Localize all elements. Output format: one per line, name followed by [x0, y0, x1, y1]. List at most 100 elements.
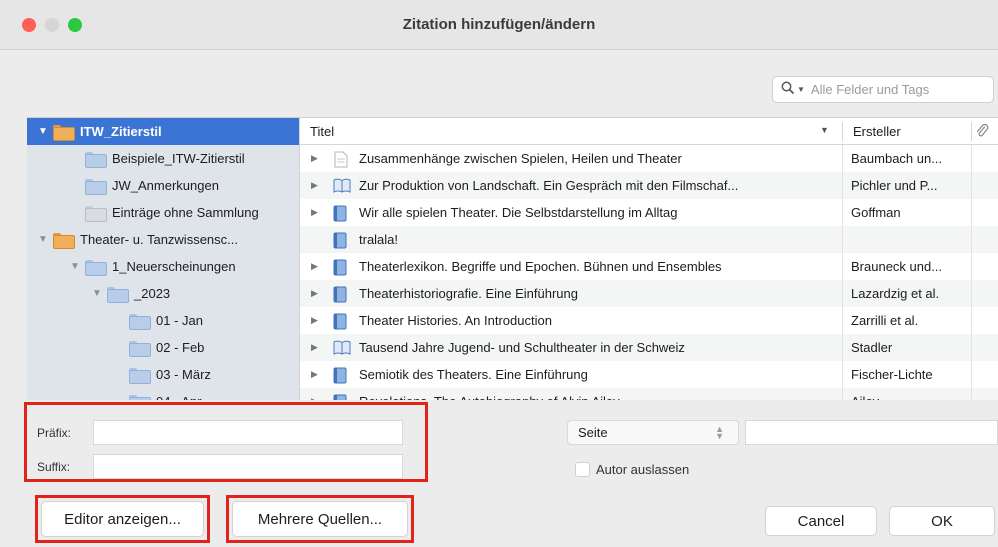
item-title: Theaterlexikon. Begriffe und Epochen. Bü… — [359, 259, 722, 274]
cell-divider — [971, 307, 972, 334]
expand-arrow-icon[interactable]: ▶ — [311, 261, 318, 272]
item-creator: Pichler und P... — [851, 178, 938, 193]
collection-label: 1_Neuerscheinungen — [112, 259, 236, 274]
cell-divider — [971, 253, 972, 280]
locator-type-value: Seite — [578, 425, 608, 440]
expand-arrow-icon[interactable]: ▶ — [311, 369, 318, 380]
document-icon — [333, 151, 349, 171]
cell-divider — [971, 199, 972, 226]
collection-item[interactable]: ▼ 1_Neuerscheinungen — [27, 253, 299, 280]
search-placeholder: Alle Felder und Tags — [810, 82, 930, 97]
collection-item[interactable]: JW_Anmerkungen — [27, 172, 299, 199]
expand-arrow-icon[interactable]: ▶ — [311, 396, 318, 400]
collection-label: 02 - Feb — [156, 340, 205, 355]
expand-arrow-icon[interactable]: ▶ — [311, 180, 318, 191]
column-divider[interactable] — [971, 122, 972, 141]
expand-arrow-icon[interactable]: ▶ — [311, 207, 318, 218]
disclosure-triangle-expanded-icon[interactable]: ▼ — [37, 234, 49, 245]
cell-divider — [971, 145, 972, 172]
paperclip-icon[interactable] — [975, 123, 989, 142]
collection-label: 04 - Apr — [156, 394, 202, 400]
library-browser: ▼ ITW_Zitierstil Beispiele_ITW-Zitierstil J… — [27, 117, 998, 400]
omit-author-label[interactable]: Autor auslassen — [596, 462, 689, 477]
omit-author-checkbox[interactable] — [575, 462, 590, 477]
column-header-title[interactable]: Titel — [310, 124, 334, 139]
cell-divider — [842, 334, 843, 361]
search-mode-chevron-icon[interactable]: ▼ — [797, 85, 805, 94]
locator-field[interactable] — [745, 420, 998, 445]
book-icon — [333, 394, 347, 400]
collection-item[interactable]: ▼ Theater- u. Tanzwissensc... — [27, 226, 299, 253]
table-row[interactable]: ▶ Theaterhistoriografie. Eine Einführung L… — [300, 280, 998, 307]
table-row[interactable]: ▶ Zur Produktion von Landschaft. Ein Gesp… — [300, 172, 998, 199]
locator-type-select[interactable]: Seite ▲ ▼ — [567, 420, 739, 445]
cell-divider — [842, 199, 843, 226]
book-icon — [333, 232, 347, 252]
column-divider[interactable] — [842, 122, 843, 141]
collection-item[interactable]: 03 - März — [27, 361, 299, 388]
suffix-field[interactable] — [93, 454, 403, 479]
collection-label: Beispiele_ITW-Zitierstil — [112, 151, 245, 166]
book-icon — [333, 259, 347, 279]
ok-button[interactable]: OK — [889, 506, 995, 536]
cell-divider — [842, 307, 843, 334]
book-icon — [333, 313, 347, 333]
folder-icon — [85, 259, 107, 276]
table-row[interactable]: ▶ Wir alle spielen Theater. Die Selbstdar… — [300, 199, 998, 226]
collection-item[interactable]: Einträge ohne Sammlung — [27, 199, 299, 226]
collection-label: Theater- u. Tanzwissensc... — [80, 232, 238, 247]
item-creator: Fischer-Lichte — [851, 367, 933, 382]
expand-arrow-icon[interactable]: ▶ — [311, 342, 318, 353]
collection-item[interactable]: Beispiele_ITW-Zitierstil — [27, 145, 299, 172]
updown-chevron-icon: ▲ ▼ — [715, 424, 724, 441]
table-row[interactable]: ▶ Theater Histories. An Introduction Zarri… — [300, 307, 998, 334]
expand-arrow-icon[interactable]: ▶ — [311, 315, 318, 326]
show-editor-button[interactable]: Editor anzeigen... — [41, 501, 204, 537]
cell-divider — [971, 334, 972, 361]
collection-item[interactable]: 04 - Apr — [27, 388, 299, 400]
item-title: Revelations. The Autobiography of Alvin … — [359, 394, 839, 400]
column-header-creator[interactable]: Ersteller — [853, 124, 901, 139]
cell-divider — [971, 388, 972, 400]
item-creator: Baumbach un... — [851, 151, 943, 166]
item-creator: Zarrilli et al. — [851, 313, 919, 328]
folder-icon — [129, 340, 151, 357]
book-icon — [333, 367, 347, 387]
table-row[interactable]: ▶ Theaterlexikon. Begriffe und Epochen. B… — [300, 253, 998, 280]
item-title: tralala! — [359, 232, 399, 247]
item-title: Theater Histories. An Introduction — [359, 313, 552, 328]
table-row[interactable]: ▶ Revelations. The Autobiography of Alvin… — [300, 388, 998, 400]
disclosure-triangle-expanded-icon[interactable]: ▼ — [37, 126, 49, 137]
item-title: Zur Produktion von Landschaft. Ein Gespr… — [359, 178, 739, 193]
table-row[interactable]: tralala! — [300, 226, 998, 253]
disclosure-triangle-expanded-icon[interactable]: ▼ — [91, 288, 103, 299]
folder-icon — [107, 286, 129, 303]
title-bar: Zitation hinzufügen/ändern — [0, 0, 998, 50]
search-field[interactable]: ▼ Alle Felder und Tags — [772, 76, 994, 103]
item-creator: Brauneck und... — [851, 259, 943, 274]
table-row[interactable]: ▶ Zusammenhänge zwischen Spielen, Heilen … — [300, 145, 998, 172]
item-creator: Goffman — [851, 205, 901, 220]
book-section-icon — [333, 340, 351, 359]
expand-arrow-icon[interactable]: ▶ — [311, 288, 318, 299]
collection-item[interactable]: ▼ _2023 — [27, 280, 299, 307]
library-folder-icon — [53, 124, 75, 141]
folder-icon — [85, 178, 107, 195]
table-row[interactable]: ▶ Semiotik des Theaters. Eine Einführung F… — [300, 361, 998, 388]
item-title: Wir alle spielen Theater. Die Selbstdars… — [359, 205, 678, 220]
prefix-field[interactable] — [93, 420, 403, 445]
multiple-sources-button[interactable]: Mehrere Quellen... — [232, 501, 408, 537]
collection-item[interactable]: 01 - Jan — [27, 307, 299, 334]
table-row[interactable]: ▶ Tausend Jahre Jugend- und Schultheater … — [300, 334, 998, 361]
folder-icon — [129, 394, 151, 400]
cancel-button[interactable]: Cancel — [765, 506, 877, 536]
unfiled-items-icon — [85, 205, 107, 222]
disclosure-triangle-expanded-icon[interactable]: ▼ — [69, 261, 81, 272]
collection-item[interactable]: 02 - Feb — [27, 334, 299, 361]
magnifier-icon — [781, 81, 797, 98]
expand-arrow-icon[interactable]: ▶ — [311, 153, 318, 164]
window-title: Zitation hinzufügen/ändern — [402, 16, 596, 33]
collection-item[interactable]: ▼ ITW_Zitierstil — [27, 118, 299, 145]
library-folder-icon — [53, 232, 75, 249]
collections-tree: ▼ ITW_Zitierstil Beispiele_ITW-Zitierstil J… — [27, 118, 299, 400]
